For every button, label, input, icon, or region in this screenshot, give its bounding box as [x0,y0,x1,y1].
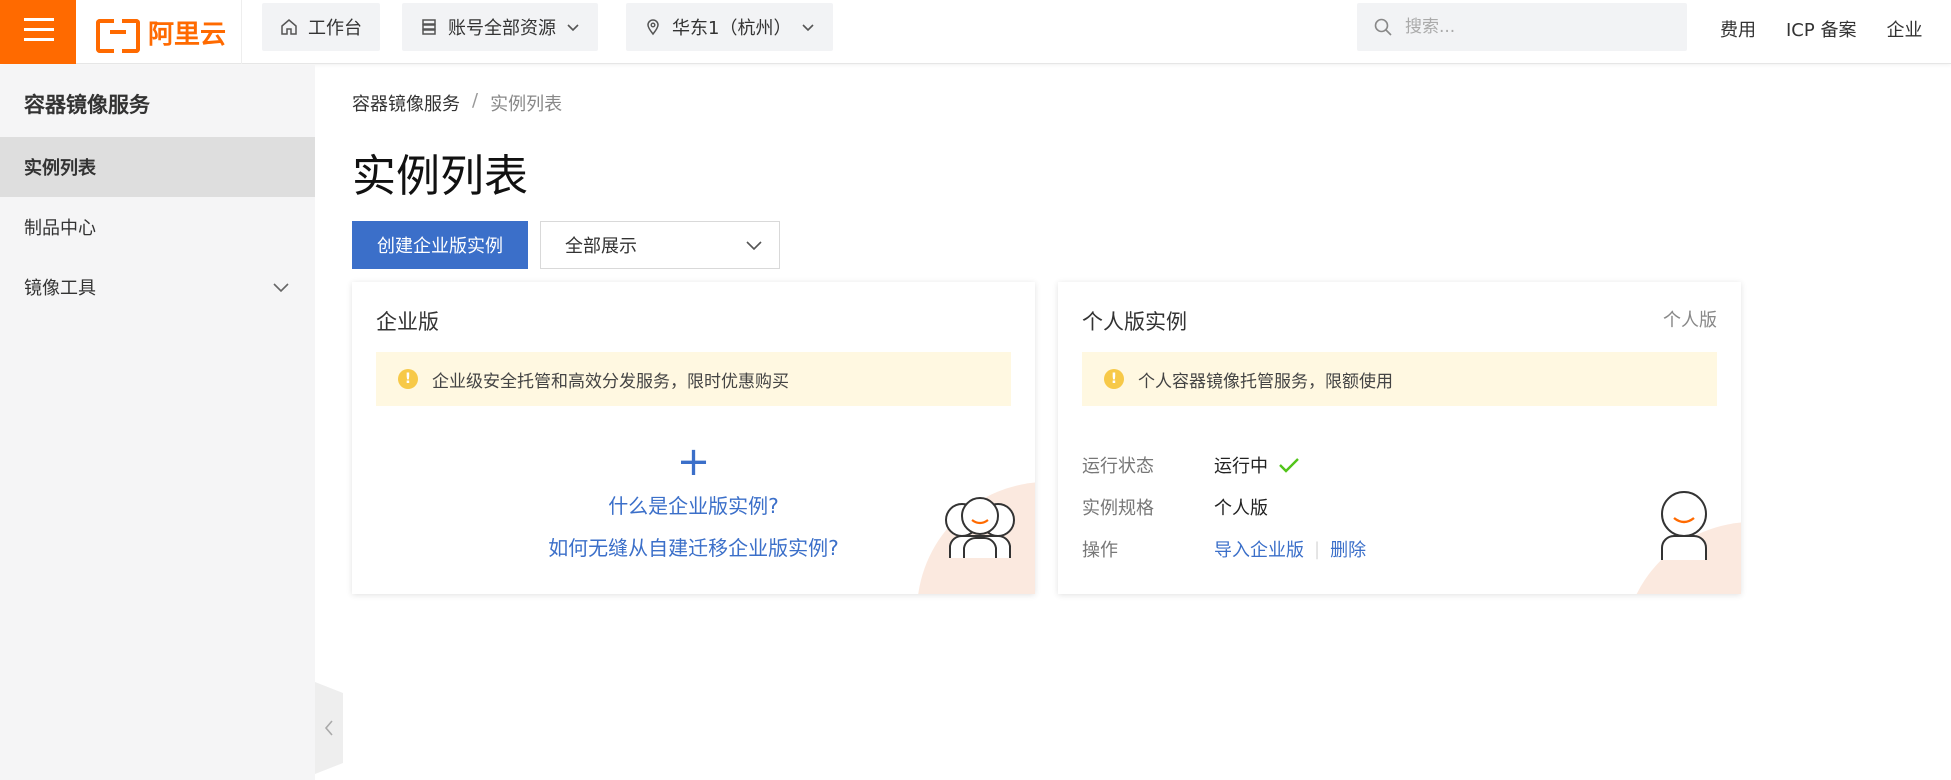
user-avatar-icon [1661,491,1707,560]
sidebar: 容器镜像服务 实例列表 制品中心 镜像工具 [0,65,315,780]
enterprise-card: 企业版 ! 企业级安全托管和高效分发服务，限时优惠购买 + 什么是企业版实例? … [352,282,1035,594]
personal-card: 个人版实例 个人版 ! 个人容器镜像托管服务，限额使用 运行状态 运行中 实例规… [1058,282,1741,594]
personal-notice: ! 个人容器镜像托管服务，限额使用 [1082,352,1717,406]
top-divider [241,0,242,64]
filter-select-value: 全部展示 [565,236,637,257]
spec-row: 实例规格 个人版 [1082,494,1268,520]
operations-separator: | [1314,538,1321,560]
status-row: 运行状态 运行中 [1082,452,1300,478]
sidebar-title: 容器镜像服务 [24,93,150,117]
sidebar-item-instance-list[interactable]: 实例列表 [0,137,315,197]
operations-label: 操作 [1082,540,1118,561]
page-title: 实例列表 [352,151,528,202]
region-label: 华东1（杭州） [672,18,792,39]
workbench-label: 工作台 [308,18,362,39]
filter-select[interactable]: 全部展示 [540,221,780,269]
what-is-enterprise-link[interactable]: 什么是企业版实例? [352,490,1035,519]
create-enterprise-instance-button[interactable]: 创建企业版实例 [352,221,528,269]
breadcrumb-separator: / [472,90,479,111]
status-value: 运行中 [1214,452,1300,478]
import-enterprise-link[interactable]: 导入企业版 [1214,536,1304,562]
chevron-left-icon [324,720,333,736]
chevron-down-icon [746,241,762,251]
breadcrumb: 容器镜像服务 / 实例列表 [352,90,562,116]
plus-icon[interactable]: + [352,442,1035,482]
stack-icon [422,19,436,35]
search-icon [1374,18,1392,36]
sidebar-collapse-handle[interactable] [315,682,343,774]
aliyun-logo-icon [96,19,140,53]
search-box[interactable] [1357,3,1687,51]
operations-value: 导入企业版 | 删除 [1214,536,1366,562]
breadcrumb-item-service[interactable]: 容器镜像服务 [352,90,460,116]
location-pin-icon [647,19,659,36]
enterprise-card-title: 企业版 [376,310,439,334]
brand-name: 阿里云 [148,19,227,50]
home-icon [281,19,297,35]
spec-label: 实例规格 [1082,498,1154,519]
chevron-down-icon [567,24,579,32]
menu-icon[interactable] [0,0,76,64]
top-link-billing[interactable]: 费用 [1720,16,1756,42]
sidebar-item-label: 镜像工具 [24,278,96,299]
resources-dropdown[interactable]: 账号全部资源 [402,3,598,51]
sidebar-item-image-tools[interactable]: 镜像工具 [0,257,315,317]
top-link-icp[interactable]: ICP 备案 [1786,16,1856,42]
top-links: 费用 ICP 备案 企业 [1720,16,1922,42]
check-icon [1279,458,1299,473]
team-avatar-icon [945,497,1015,558]
personal-notice-text: 个人容器镜像托管服务，限额使用 [1138,371,1393,392]
resources-label: 账号全部资源 [448,18,556,39]
enterprise-notice: ! 企业级安全托管和高效分发服务，限时优惠购买 [376,352,1011,406]
personal-card-badge: 个人版 [1663,310,1717,331]
breadcrumb-item-current: 实例列表 [490,94,563,115]
sidebar-item-artifact-center[interactable]: 制品中心 [0,197,315,257]
chevron-down-icon [802,24,815,32]
workbench-button[interactable]: 工作台 [262,3,380,51]
region-dropdown[interactable]: 华东1（杭州） [626,3,834,51]
sidebar-item-label: 制品中心 [24,218,96,239]
brand-logo[interactable]: 阿里云 [96,14,227,53]
status-text: 运行中 [1214,456,1268,477]
delete-link[interactable]: 删除 [1330,536,1366,562]
warning-icon: ! [1104,369,1124,389]
sidebar-item-label: 实例列表 [24,158,96,179]
spec-value: 个人版 [1214,498,1268,519]
status-label: 运行状态 [1082,456,1154,477]
enterprise-notice-text: 企业级安全托管和高效分发服务，限时优惠购买 [432,371,789,392]
chevron-down-icon [273,283,289,293]
personal-card-title: 个人版实例 [1082,310,1187,334]
warning-icon: ! [398,369,418,389]
top-link-enterprise[interactable]: 企业 [1886,16,1922,42]
top-bar: 阿里云 工作台 账号全部资源 华东1（杭州） 费用 ICP 备案 企业 [0,0,1951,64]
operations-row: 操作 导入企业版 | 删除 [1082,536,1366,562]
search-input[interactable] [1405,17,1665,37]
